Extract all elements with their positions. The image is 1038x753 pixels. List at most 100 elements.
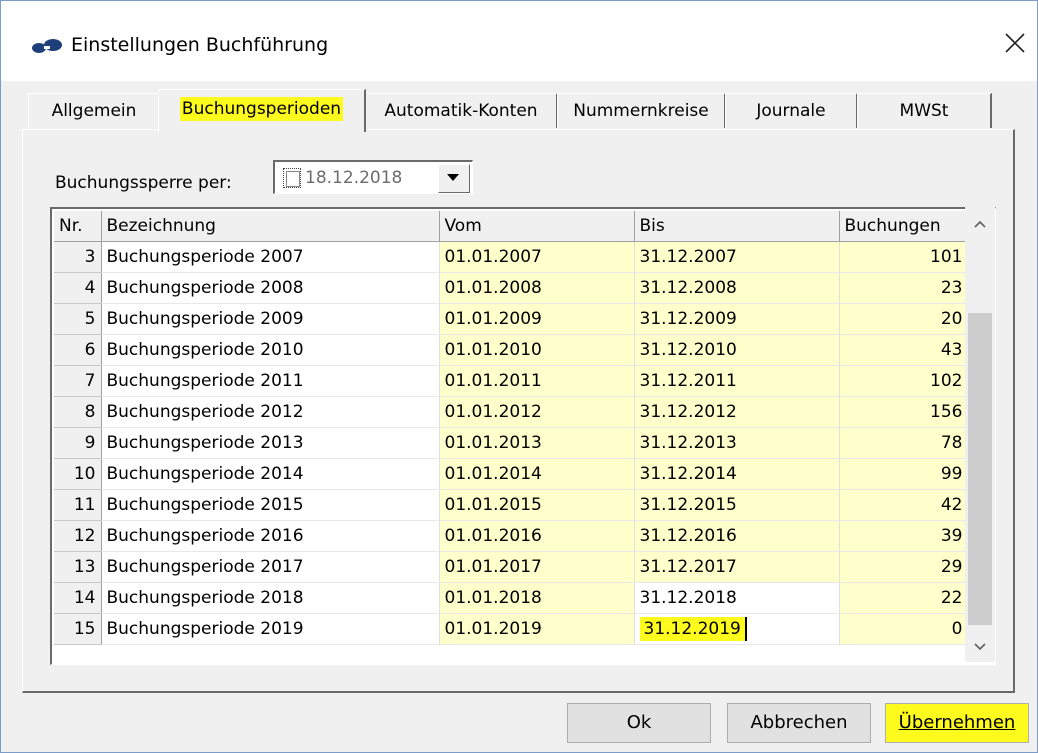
scroll-down-button[interactable]	[965, 632, 995, 662]
apply-button[interactable]: Übernehmen	[885, 703, 1029, 743]
period-from[interactable]: 01.01.2010	[439, 334, 635, 366]
chevron-down-icon	[974, 643, 986, 651]
booking-count: 42	[839, 489, 969, 521]
table-row[interactable]: 9 Buchungsperiode 2013 01.01.2013 31.12.201…	[54, 427, 969, 459]
table-row[interactable]: 11 Buchungsperiode 2015 01.01.2015 31.12.20…	[54, 489, 969, 521]
period-to[interactable]: 31.12.2013	[634, 427, 840, 459]
ok-button[interactable]: Ok	[567, 703, 711, 743]
period-from[interactable]: 01.01.2011	[439, 365, 635, 397]
tab-automatik-konten[interactable]: Automatik-Konten	[365, 93, 558, 128]
chevron-down-icon	[447, 174, 459, 181]
period-to[interactable]: 31.12.2016	[634, 520, 840, 552]
tab-label: Automatik-Konten	[384, 101, 538, 121]
table-row[interactable]: 14 Buchungsperiode 2018 01.01.2018 31.12.20…	[54, 582, 969, 614]
date-dropdown-button[interactable]	[438, 164, 470, 193]
period-name[interactable]: Buchungsperiode 2009	[101, 303, 440, 335]
column-header-vom[interactable]: Vom	[439, 211, 635, 242]
period-name[interactable]: Buchungsperiode 2015	[101, 489, 440, 521]
period-to[interactable]: 31.12.2018	[634, 582, 840, 614]
period-name[interactable]: Buchungsperiode 2013	[101, 427, 440, 459]
row-number: 10	[54, 458, 102, 490]
row-number: 8	[54, 396, 102, 428]
booking-lock-label: Buchungssperre per:	[55, 173, 232, 193]
apply-button-label: Übernehmen	[898, 712, 1016, 733]
booking-count: 102	[839, 365, 969, 397]
period-from[interactable]: 01.01.2018	[439, 582, 635, 614]
period-from[interactable]: 01.01.2016	[439, 520, 635, 552]
period-name[interactable]: Buchungsperiode 2011	[101, 365, 440, 397]
booking-lock-checkbox[interactable]	[283, 168, 301, 188]
period-name[interactable]: Buchungsperiode 2017	[101, 551, 440, 583]
period-name[interactable]: Buchungsperiode 2016	[101, 520, 440, 552]
period-name[interactable]: Buchungsperiode 2014	[101, 458, 440, 490]
period-to[interactable]: 31.12.2009	[634, 303, 840, 335]
periods-table: Nr. Bezeichnung Vom Bis Buchungen 3 Buchu…	[54, 211, 969, 645]
table-row[interactable]: 3 Buchungsperiode 2007 01.01.2007 31.12.200…	[54, 241, 969, 273]
period-from[interactable]: 01.01.2015	[439, 489, 635, 521]
tab-label: Journale	[756, 101, 826, 121]
scrollbar-thumb[interactable]	[968, 313, 992, 625]
period-to[interactable]: 31.12.2010	[634, 334, 840, 366]
scroll-up-button[interactable]	[965, 209, 995, 239]
period-from[interactable]: 01.01.2012	[439, 396, 635, 428]
table-row[interactable]: 4 Buchungsperiode 2008 01.01.2008 31.12.200…	[54, 272, 969, 304]
period-to-edit-value[interactable]: 31.12.2019	[639, 616, 747, 641]
period-name[interactable]: Buchungsperiode 2019	[101, 613, 440, 645]
period-to[interactable]: 31.12.2012	[634, 396, 840, 428]
period-from[interactable]: 01.01.2009	[439, 303, 635, 335]
period-to[interactable]: 31.12.2017	[634, 551, 840, 583]
period-name[interactable]: Buchungsperiode 2010	[101, 334, 440, 366]
column-header-bezeichnung[interactable]: Bezeichnung	[101, 211, 440, 242]
period-from[interactable]: 01.01.2013	[439, 427, 635, 459]
booking-count: 99	[839, 458, 969, 490]
period-name[interactable]: Buchungsperiode 2008	[101, 272, 440, 304]
row-number: 12	[54, 520, 102, 552]
tab-journale[interactable]: Journale	[725, 93, 858, 128]
table-row[interactable]: 10 Buchungsperiode 2014 01.01.2014 31.12.20…	[54, 458, 969, 490]
tab-buchungsperioden[interactable]: Buchungsperioden	[158, 89, 366, 132]
column-header-buchungen[interactable]: Buchungen	[839, 211, 969, 242]
period-name[interactable]: Buchungsperiode 2012	[101, 396, 440, 428]
table-row[interactable]: 15 Buchungsperiode 2019 01.01.2019 31.12.20…	[54, 613, 969, 645]
period-to[interactable]: 31.12.2008	[634, 272, 840, 304]
period-name[interactable]: Buchungsperiode 2018	[101, 582, 440, 614]
column-header-bis[interactable]: Bis	[634, 211, 840, 242]
table-row[interactable]: 6 Buchungsperiode 2010 01.01.2010 31.12.201…	[54, 334, 969, 366]
booking-lock-date-picker[interactable]: 18.12.2018	[273, 160, 473, 194]
title-bar: Einstellungen Buchführung	[1, 1, 1037, 81]
tab-nummernkreise[interactable]: Nummernkreise	[557, 93, 726, 128]
period-from[interactable]: 01.01.2008	[439, 272, 635, 304]
table-row[interactable]: 12 Buchungsperiode 2016 01.01.2016 31.12.20…	[54, 520, 969, 552]
row-number: 5	[54, 303, 102, 335]
table-row[interactable]: 8 Buchungsperiode 2012 01.01.2012 31.12.201…	[54, 396, 969, 428]
table-row[interactable]: 13 Buchungsperiode 2017 01.01.2017 31.12.20…	[54, 551, 969, 583]
cancel-button[interactable]: Abbrechen	[727, 703, 871, 743]
period-from[interactable]: 01.01.2017	[439, 551, 635, 583]
booking-count: 22	[839, 582, 969, 614]
period-to-editing[interactable]: 31.12.2019	[634, 613, 840, 645]
tab-mwst[interactable]: MWSt	[857, 93, 992, 128]
row-number: 4	[54, 272, 102, 304]
booking-count: 43	[839, 334, 969, 366]
column-header-nr[interactable]: Nr.	[54, 211, 102, 242]
periods-grid[interactable]: Nr. Bezeichnung Vom Bis Buchungen 3 Buchu…	[50, 207, 996, 665]
period-to[interactable]: 31.12.2007	[634, 241, 840, 273]
tab-label: Buchungsperioden	[179, 97, 344, 121]
table-row[interactable]: 7 Buchungsperiode 2011 01.01.2011 31.12.201…	[54, 365, 969, 397]
period-name[interactable]: Buchungsperiode 2007	[101, 241, 440, 273]
period-to[interactable]: 31.12.2015	[634, 489, 840, 521]
tab-label: Allgemein	[51, 101, 137, 121]
tab-label: Nummernkreise	[573, 101, 709, 121]
period-to[interactable]: 31.12.2011	[634, 365, 840, 397]
window-title: Einstellungen Buchführung	[71, 34, 329, 56]
period-from[interactable]: 01.01.2019	[439, 613, 635, 645]
tab-allgemein[interactable]: Allgemein	[28, 93, 161, 128]
booking-count: 101	[839, 241, 969, 273]
booking-count: 39	[839, 520, 969, 552]
close-icon[interactable]	[1003, 31, 1027, 55]
period-from[interactable]: 01.01.2007	[439, 241, 635, 273]
vertical-scrollbar[interactable]	[965, 207, 995, 662]
period-from[interactable]: 01.01.2014	[439, 458, 635, 490]
period-to[interactable]: 31.12.2014	[634, 458, 840, 490]
table-row[interactable]: 5 Buchungsperiode 2009 01.01.2009 31.12.200…	[54, 303, 969, 335]
